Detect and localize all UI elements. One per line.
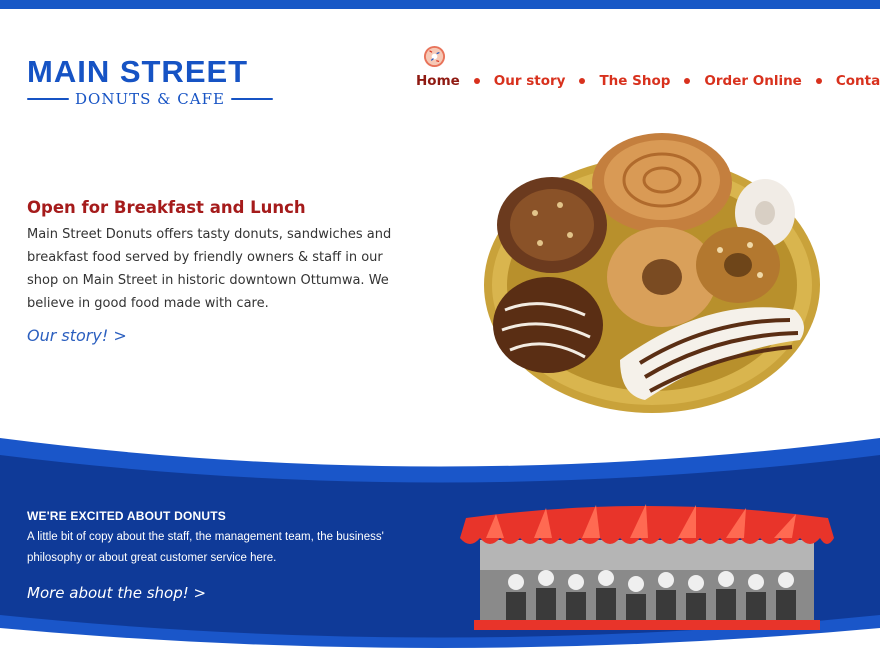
about-title: WE'RE EXCITED ABOUT DONUTS bbox=[27, 509, 226, 523]
our-story-link[interactable]: Our story! > bbox=[27, 326, 127, 345]
top-accent-bar bbox=[0, 0, 880, 9]
nav-separator bbox=[684, 78, 691, 84]
main-nav: Home Our story The Shop Order Online Con… bbox=[416, 73, 880, 89]
about-description: A little bit of copy about the staff, th… bbox=[27, 531, 384, 564]
logo-tagline-row: DONUTS & CAFE bbox=[27, 90, 273, 108]
nav-separator bbox=[579, 78, 586, 84]
donut-tray-photo bbox=[484, 133, 820, 413]
nav-separator bbox=[473, 78, 480, 84]
nav-item-home[interactable]: Home bbox=[416, 73, 460, 89]
more-about-shop-link[interactable]: More about the shop! > bbox=[27, 584, 206, 602]
logo-title: MAIN STREET bbox=[27, 54, 249, 89]
logo-rule-right bbox=[230, 98, 273, 100]
logo-tagline: DONUTS & CAFE bbox=[75, 90, 225, 108]
site-logo[interactable]: MAIN STREET DONUTS & CAFE bbox=[27, 56, 273, 108]
nav-item-order-online[interactable]: Order Online bbox=[704, 73, 801, 89]
nav-item-the-shop[interactable]: The Shop bbox=[599, 73, 670, 89]
hero-description: Main Street Donuts offers tasty donuts, … bbox=[27, 227, 392, 311]
logo-rule-left bbox=[27, 98, 70, 100]
nav-item-contact[interactable]: Contact bbox=[836, 73, 880, 89]
nav-separator bbox=[815, 78, 822, 84]
nav-item-our-story[interactable]: Our story bbox=[494, 73, 566, 89]
donut-icon bbox=[423, 45, 446, 68]
shop-awning-staff-photo bbox=[460, 504, 834, 630]
hero-heading: Open for Breakfast and Lunch bbox=[27, 198, 306, 217]
